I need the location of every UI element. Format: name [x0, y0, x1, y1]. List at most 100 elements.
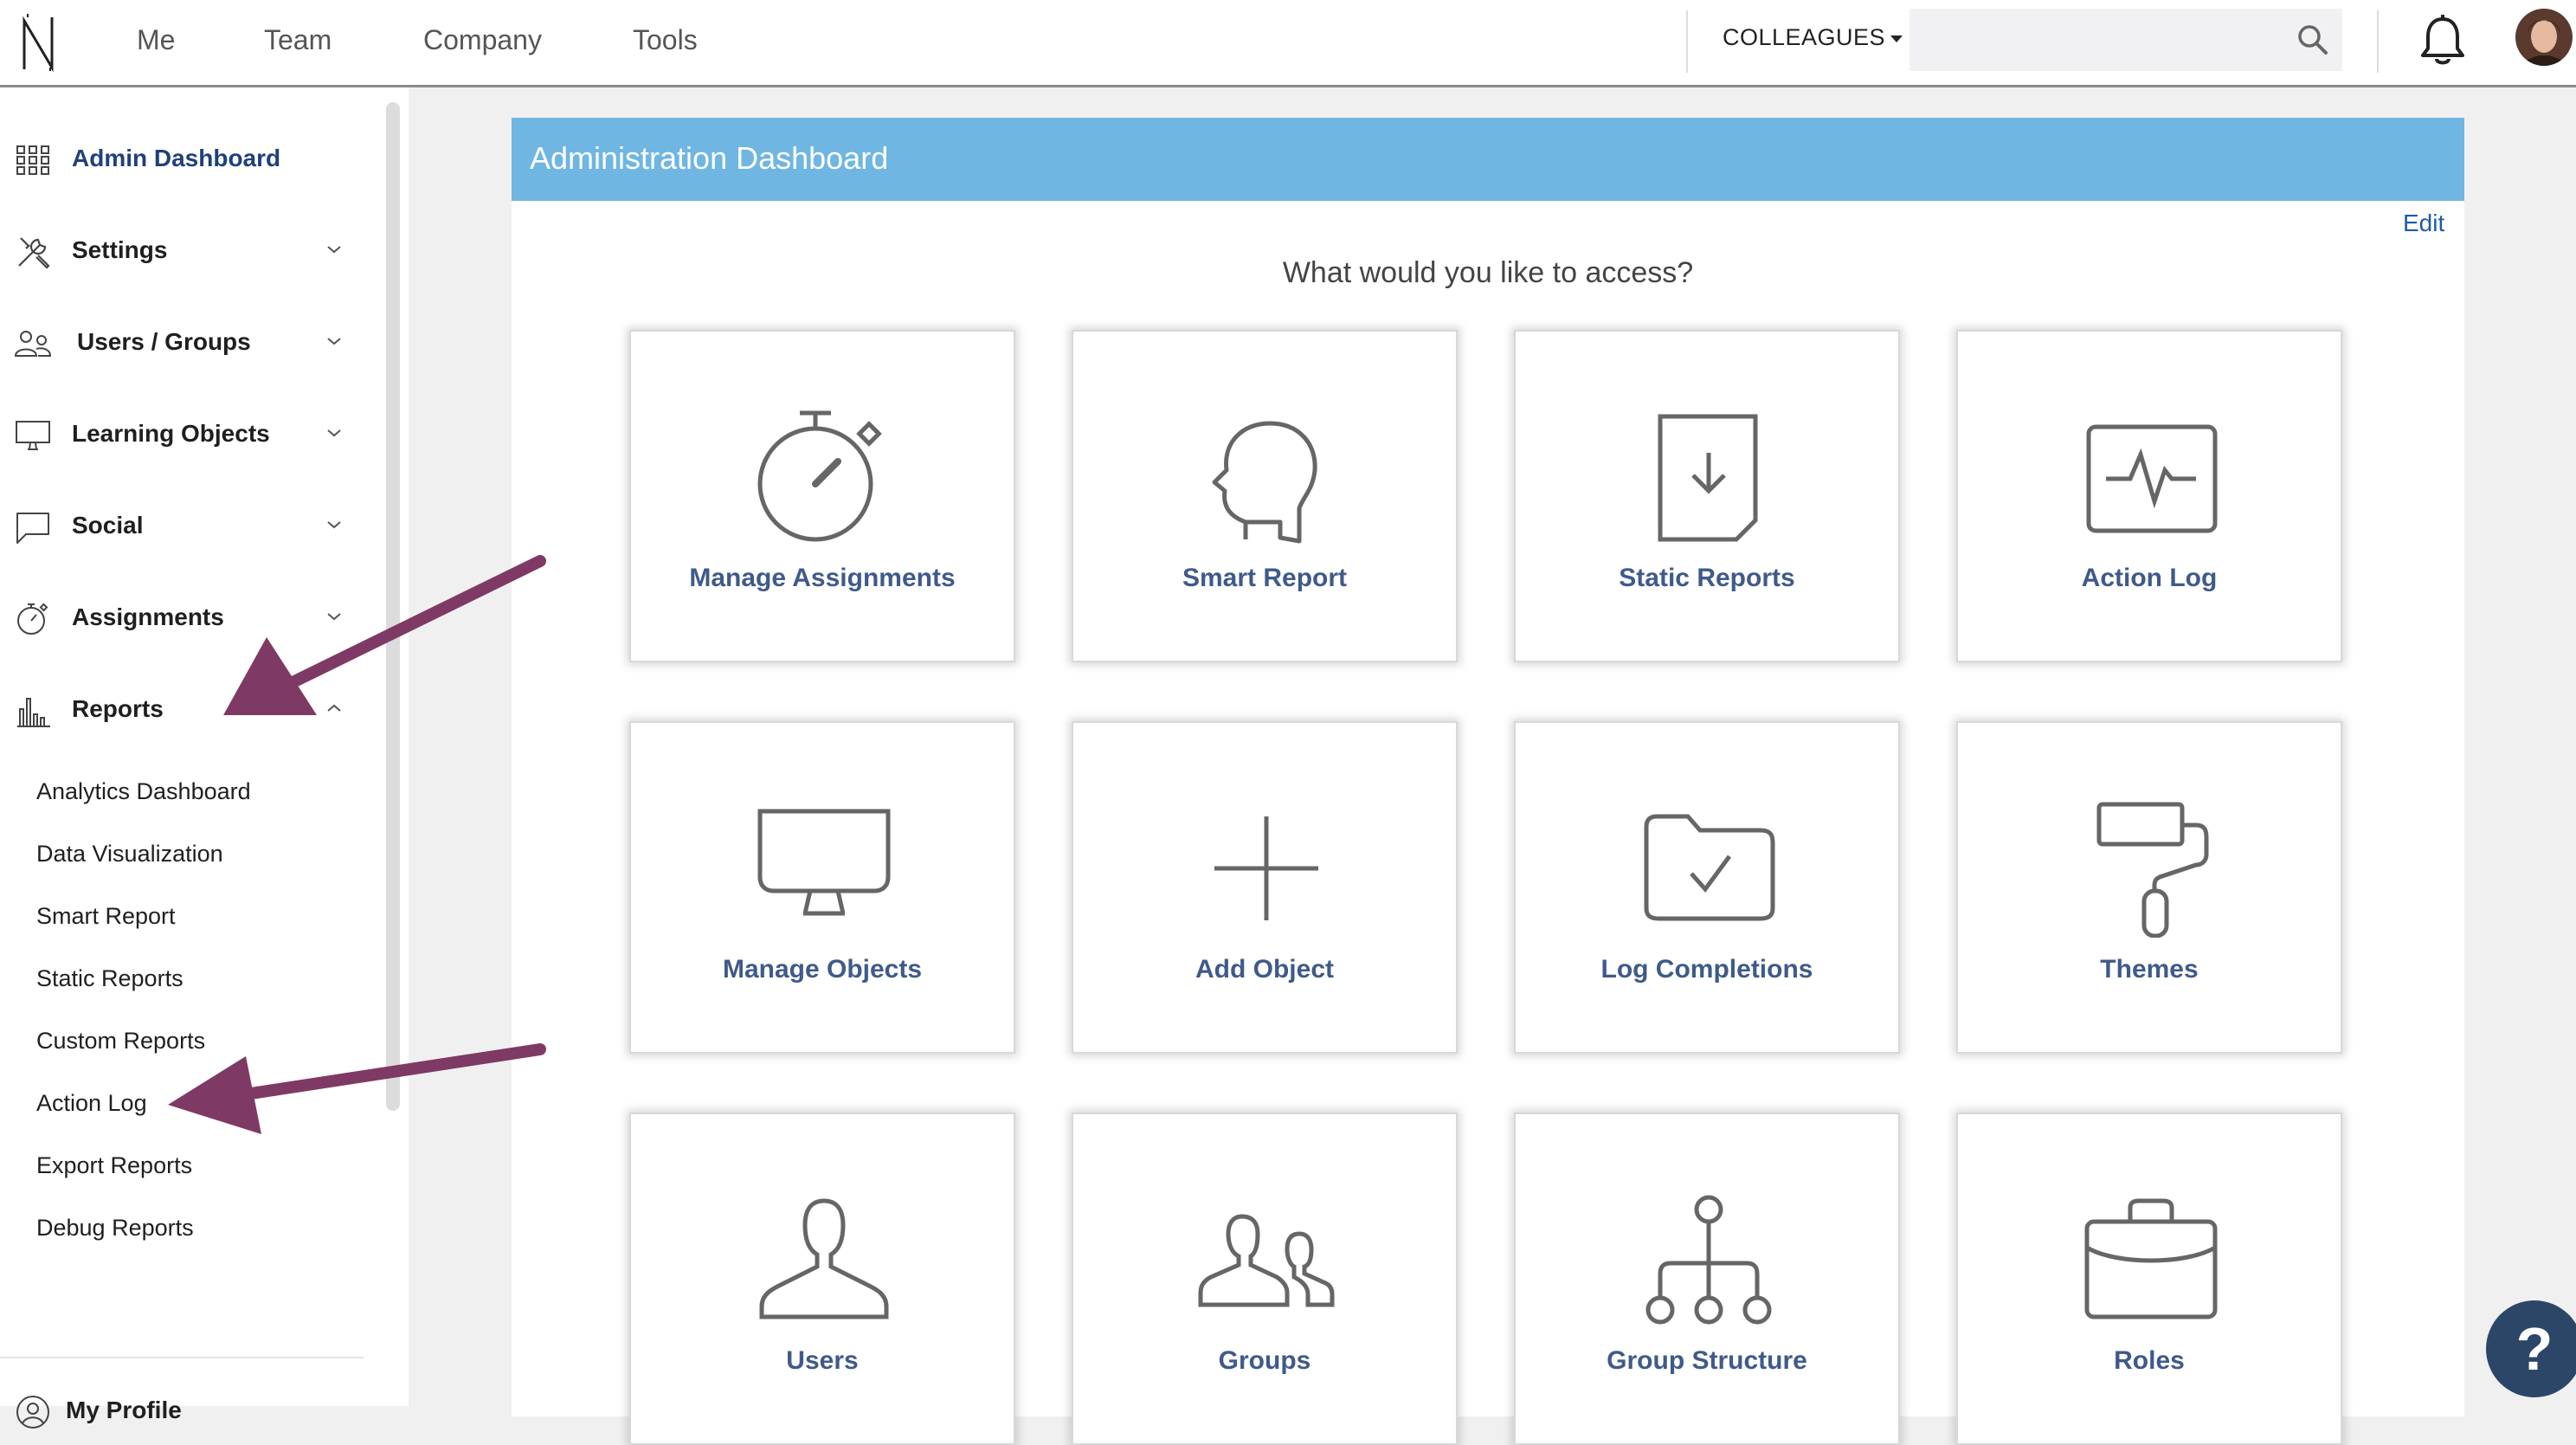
avatar-image	[2515, 9, 2573, 66]
users-icon	[14, 331, 52, 357]
divider	[2377, 10, 2379, 73]
tile-manage-objects[interactable]: Manage Objects	[629, 721, 1015, 1054]
tile-users[interactable]: Users	[629, 1113, 1015, 1445]
monitor-icon	[16, 421, 50, 450]
tile-groups[interactable]: Groups	[1072, 1113, 1458, 1445]
chevron-down-icon	[327, 613, 341, 621]
tile-roles[interactable]: Roles	[1956, 1113, 2342, 1445]
submenu-smart-report[interactable]: Smart Report	[36, 903, 176, 930]
hierarchy-icon	[1645, 1195, 1772, 1325]
paint-roller-icon	[2096, 802, 2209, 938]
tile-group-structure[interactable]: Group Structure	[1514, 1113, 1900, 1445]
sidebar-item-label: Settings	[72, 236, 168, 263]
colleagues-label: COLLEAGUES	[1723, 24, 1886, 50]
sidebar-item-label: Reports	[72, 695, 164, 722]
tile-label: Users	[786, 1346, 859, 1375]
tile-add-object[interactable]: Add Object	[1072, 721, 1458, 1054]
chevron-down-icon	[327, 246, 341, 254]
divider	[0, 1357, 364, 1358]
users-icon	[1198, 1214, 1335, 1307]
search-box	[1909, 9, 2342, 71]
sidebar-item-social[interactable]: Social	[0, 491, 364, 560]
divider	[1686, 10, 1688, 73]
submenu-debug-reports[interactable]: Debug Reports	[36, 1215, 194, 1242]
sidebar-item-my-profile[interactable]: My Profile	[0, 1376, 364, 1445]
folder-check-icon	[1644, 814, 1775, 921]
sidebar-item-learning-objects[interactable]: Learning Objects	[0, 399, 364, 468]
nav-team[interactable]: Team	[264, 24, 332, 56]
submenu-static-reports[interactable]: Static Reports	[36, 965, 184, 992]
head-icon	[1212, 421, 1317, 544]
sidebar-item-label: Learning Objects	[72, 420, 270, 447]
nav-tools[interactable]: Tools	[633, 24, 698, 56]
tile-label: Group Structure	[1607, 1346, 1807, 1375]
tile-label: Smart Report	[1182, 564, 1348, 592]
plus-icon	[1214, 816, 1318, 920]
search-icon[interactable]	[2296, 23, 2330, 57]
grid-icon	[16, 145, 49, 175]
page-title: Administration Dashboard	[530, 140, 889, 176]
tools-icon	[18, 237, 50, 269]
caret-down-icon	[1890, 35, 1903, 42]
tile-smart-report[interactable]: Smart Report	[1072, 330, 1458, 662]
profile-icon	[16, 1396, 49, 1429]
user-icon	[759, 1198, 889, 1319]
tile-label: Add Object	[1195, 955, 1334, 984]
prompt-text: What would you like to access?	[1282, 256, 1694, 289]
tile-label: Manage Assignments	[689, 564, 956, 592]
admin-dashboard-panel: Administration Dashboard Edit What would…	[512, 118, 2464, 1445]
logo-icon[interactable]	[19, 12, 59, 73]
submenu-data-visualization[interactable]: Data Visualization	[36, 841, 223, 868]
submenu-action-log[interactable]: Action Log	[36, 1090, 147, 1117]
tile-log-completions[interactable]: Log Completions	[1514, 721, 1900, 1054]
bell-icon[interactable]	[2417, 12, 2469, 69]
top-navigation-bar: Me Team Company Tools COLLEAGUES	[0, 0, 2576, 87]
briefcase-icon	[2084, 1198, 2218, 1319]
activity-icon	[2086, 424, 2218, 533]
tile-label: Static Reports	[1619, 564, 1795, 592]
submenu-export-reports[interactable]: Export Reports	[36, 1152, 192, 1179]
sidebar-item-admin-dashboard[interactable]: Admin Dashboard	[0, 124, 364, 193]
sidebar-item-label: Assignments	[72, 603, 224, 630]
tile-label: Themes	[2100, 955, 2199, 984]
sidebar-item-reports[interactable]: Reports	[0, 674, 364, 744]
bar-chart-icon	[17, 698, 50, 727]
stopwatch-icon	[757, 410, 882, 542]
nav-company[interactable]: Company	[423, 24, 542, 56]
tile-label: Manage Objects	[722, 955, 923, 984]
avatar[interactable]	[2515, 9, 2573, 66]
sidebar-item-assignments[interactable]: Assignments	[0, 583, 364, 652]
tile-label: Log Completions	[1600, 955, 1813, 984]
sidebar-item-label: Users / Groups	[77, 328, 251, 355]
chevron-down-icon	[327, 521, 341, 529]
chevron-down-icon	[327, 338, 341, 345]
chevron-down-icon	[327, 429, 341, 437]
nav-me[interactable]: Me	[137, 24, 175, 56]
submenu-analytics-dashboard[interactable]: Analytics Dashboard	[36, 778, 251, 805]
tile-themes[interactable]: Themes	[1956, 721, 2342, 1054]
tile-label: Groups	[1218, 1346, 1311, 1375]
submenu-custom-reports[interactable]: Custom Reports	[36, 1028, 205, 1055]
sidebar-scrollbar[interactable]	[386, 102, 400, 1111]
sidebar-item-label: Admin Dashboard	[72, 145, 281, 171]
sidebar-item-users-groups[interactable]: Users / Groups	[0, 307, 364, 377]
help-button[interactable]: ?	[2486, 1300, 2576, 1397]
tile-label: Roles	[2114, 1346, 2185, 1375]
tile-label: Action Log	[2081, 564, 2218, 592]
document-download-icon	[1658, 414, 1758, 542]
edit-link[interactable]: Edit	[2403, 210, 2444, 237]
tile-static-reports[interactable]: Static Reports	[1514, 330, 1900, 662]
chevron-up-icon	[327, 704, 341, 712]
tile-manage-assignments[interactable]: Manage Assignments	[629, 330, 1015, 662]
sidebar-item-label: My Profile	[66, 1397, 182, 1423]
panel-header: Administration Dashboard	[512, 118, 2464, 201]
sidebar: Admin Dashboard Settings Users / Groups …	[0, 87, 409, 1429]
search-input[interactable]	[1909, 9, 2308, 68]
tile-action-log[interactable]: Action Log	[1956, 330, 2342, 662]
sidebar-item-label: Social	[72, 512, 144, 539]
monitor-icon	[757, 809, 891, 916]
colleagues-dropdown[interactable]: COLLEAGUES	[1723, 24, 1903, 51]
sidebar-item-settings[interactable]: Settings	[0, 216, 364, 285]
chat-icon	[16, 513, 49, 544]
stopwatch-icon	[17, 603, 48, 635]
